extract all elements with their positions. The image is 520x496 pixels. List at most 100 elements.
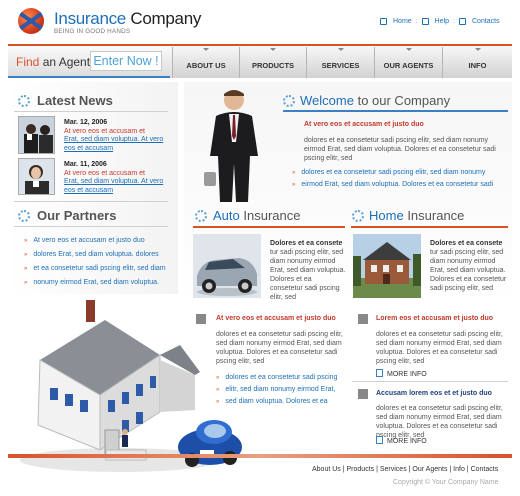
welcome-divider xyxy=(283,110,508,112)
home-text-2: dolores et ea consetetur sadi pscing eli… xyxy=(376,405,503,439)
news-date-1: Mar. 12, 2006 xyxy=(64,119,108,126)
top-links: Home : Help : Contacts xyxy=(380,18,500,25)
footer-links: About Us | Products | Services | Our Age… xyxy=(312,466,499,473)
news-link-2[interactable]: Erat, sed diam voluptua. At vero eos et … xyxy=(64,178,168,195)
document-icon xyxy=(376,436,383,444)
news-photo-1[interactable] xyxy=(18,116,55,154)
auto-link[interactable]: dolores et ea consetetur sadi pscing xyxy=(216,372,337,384)
home-icon xyxy=(380,18,387,25)
news-date-2: Mar. 11, 2006 xyxy=(64,161,107,168)
contacts-icon xyxy=(459,18,466,25)
square-icon xyxy=(358,314,368,324)
welcome-text: dolores et ea consetetur sadi pscing eli… xyxy=(304,137,496,162)
gear-icon xyxy=(352,210,364,222)
house-car-illustration xyxy=(20,300,242,472)
top-link-home[interactable]: Home xyxy=(393,18,412,25)
latest-news-heading: Latest News xyxy=(37,93,113,108)
top-links-divider: : xyxy=(453,18,455,25)
auto-links: dolores et ea consetetur sadi pscing eli… xyxy=(216,372,337,408)
top-links-divider: : xyxy=(415,18,418,25)
news-link-1[interactable]: Erat, sed diam voluptua. At vero eos et … xyxy=(64,136,168,153)
find-word: Find xyxy=(16,55,40,69)
auto-img-lead: Dolores et ea consete xyxy=(270,240,343,247)
partner-link[interactable]: et ea consetetur sadi pscing elitr, sed … xyxy=(24,262,165,276)
logo-tagline: BEING IN GOOD HANDS xyxy=(54,28,131,35)
auto-title-word1: Auto xyxy=(213,208,240,223)
gear-icon xyxy=(18,210,30,222)
more-info-label-1: MORE INFO xyxy=(387,371,427,378)
more-info-label-2: MORE INFO xyxy=(387,438,427,445)
top-link-help[interactable]: Help xyxy=(435,18,449,25)
home-subtitle-1: Lorem eos et accusam et justo duo xyxy=(376,315,494,322)
car-photo[interactable] xyxy=(193,234,261,298)
enter-now-button[interactable]: Enter Now ! xyxy=(90,51,162,71)
news-photo-2[interactable] xyxy=(18,158,55,195)
home-text-1: dolores et ea consetetur sadi pscing eli… xyxy=(376,331,503,365)
divider xyxy=(14,111,168,112)
welcome-links: dolores et ea consetetur sadi pscing eli… xyxy=(292,167,493,191)
home-divider xyxy=(351,226,508,228)
welcome-title: Welcome to our Company xyxy=(300,93,450,108)
footer-link-agents[interactable]: Our Agents xyxy=(412,466,447,473)
footer-link-services[interactable]: Services xyxy=(380,466,407,473)
gear-icon xyxy=(195,210,207,222)
home-title: Home Insurance xyxy=(369,208,464,223)
logo-title[interactable]: Insurance Company xyxy=(54,9,201,29)
find-agent-underline xyxy=(8,76,170,78)
welcome-title-word2: to our Company xyxy=(357,93,451,108)
nav-products[interactable]: PRODUCTS xyxy=(239,47,306,78)
gear-icon xyxy=(283,95,295,107)
home-photo[interactable] xyxy=(353,234,421,298)
partner-link[interactable]: At vero eos et accusam et justo duo xyxy=(24,234,166,248)
divider xyxy=(14,226,168,227)
find-agent-label: Find an Agent xyxy=(16,55,90,69)
home-title-word1: Home xyxy=(369,208,404,223)
home-subtitle-2: Accusam lorem eos et et justo duo xyxy=(376,390,492,397)
nav-about-us[interactable]: ABOUT US xyxy=(172,47,239,78)
welcome-subtitle: At vero eos et accusam et justo duo xyxy=(304,121,424,128)
auto-title: Auto Insurance xyxy=(213,208,300,223)
square-icon xyxy=(358,389,368,399)
home-img-text: tur sadi pscing elitr, sed diam nonumy e… xyxy=(430,249,507,292)
welcome-link[interactable]: dolores et ea consetetur sadi pscing eli… xyxy=(292,167,493,179)
footer-link-info[interactable]: Info xyxy=(453,466,465,473)
partner-link[interactable]: nonumy eirmod Erat, sed diam voluptua. xyxy=(24,276,166,290)
nav-our-agents[interactable]: OUR AGENTS xyxy=(374,47,442,78)
nav-info[interactable]: INFO xyxy=(442,47,512,78)
businessman-photo xyxy=(204,90,258,202)
partners-list: At vero eos et accusam et justo duo dolo… xyxy=(24,234,166,290)
auto-link[interactable]: elitr, sed diam nonumy eirmod Erat, xyxy=(216,384,337,396)
auto-text: dolores et ea consetetur sadi pscing eli… xyxy=(216,331,343,365)
welcome-link[interactable]: eirmod Erat, sed diam voluptua. Dolores … xyxy=(292,179,493,191)
footer-link-products[interactable]: Products xyxy=(347,466,375,473)
top-link-contacts[interactable]: Contacts xyxy=(472,18,500,25)
square-icon xyxy=(196,314,206,324)
home-title-word2: Insurance xyxy=(407,208,465,223)
logo-title-word1: Insurance xyxy=(54,9,126,28)
welcome-title-word1: Welcome xyxy=(300,93,354,108)
page: Insurance Company BEING IN GOOD HANDS Ho… xyxy=(0,0,520,496)
partner-link[interactable]: dolores Erat, sed diam voluptua. dolores xyxy=(24,248,166,262)
gear-icon xyxy=(18,95,30,107)
footer-link-contacts[interactable]: Contacts xyxy=(471,466,499,473)
auto-link[interactable]: sed diam voluptua. Dolores et ea xyxy=(216,396,337,408)
nav-services[interactable]: SERVICES xyxy=(306,47,374,78)
logo-title-word2: Company xyxy=(130,9,202,28)
help-icon xyxy=(421,18,429,25)
more-info-button-2[interactable]: MORE INFO xyxy=(376,436,427,445)
copyright: Copyright © Your Company Name xyxy=(393,479,499,486)
auto-divider xyxy=(193,226,345,228)
home-img-lead: Dolores et ea consete xyxy=(430,240,503,247)
footer-line xyxy=(8,454,512,458)
divider xyxy=(352,381,508,382)
find-agent-word: an Agent xyxy=(42,55,91,69)
auto-title-word2: Insurance xyxy=(243,208,301,223)
partners-heading: Our Partners xyxy=(37,208,117,223)
logo-icon[interactable] xyxy=(18,8,44,34)
auto-img-text: tur sadi pscing elitr, sed diam nonumy e… xyxy=(270,249,346,301)
footer-link-about[interactable]: About Us xyxy=(312,466,341,473)
more-info-button-1[interactable]: MORE INFO xyxy=(376,369,427,378)
auto-subtitle: At vero eos et accusam et justo duo xyxy=(216,315,336,322)
divider xyxy=(14,201,168,202)
document-icon xyxy=(376,369,383,377)
